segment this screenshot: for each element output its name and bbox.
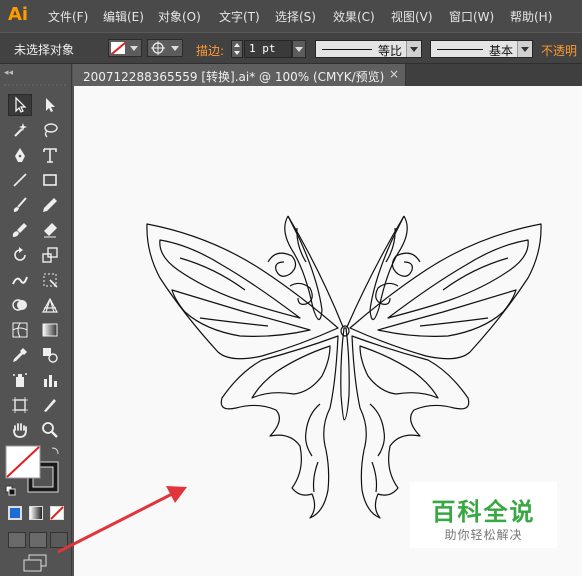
none-fill-icon <box>111 42 125 54</box>
paintbrush-tool-icon[interactable] <box>8 194 32 216</box>
draw-inside-icon[interactable] <box>50 532 68 548</box>
menu-select[interactable]: 选择(S) <box>275 8 316 25</box>
blend-tool-icon[interactable] <box>38 344 62 366</box>
watermark-title: 百科全说 <box>431 498 536 526</box>
mesh-tool-icon[interactable] <box>8 319 32 341</box>
brush-label: 基本 <box>489 44 514 58</box>
document-tab[interactable]: 200712288365559 [转换].ai* @ 100% (CMYK/预览… <box>73 64 406 86</box>
pen-tool-icon[interactable] <box>8 144 32 166</box>
chevron-down-icon <box>130 46 138 51</box>
magic-wand-tool-icon[interactable] <box>8 119 32 141</box>
crosshair-icon <box>151 41 165 55</box>
document-tab-title: 200712288365559 [转换].ai* @ 100% (CMYK/预览… <box>83 70 385 84</box>
variable-width-profile-dropdown[interactable]: 等比 <box>315 40 422 58</box>
app-logo: Ai <box>8 4 29 25</box>
gradient-mode-button[interactable] <box>29 506 43 520</box>
lasso-tool-icon[interactable] <box>38 119 62 141</box>
type-tool-icon[interactable] <box>38 144 62 166</box>
warp-tool-icon[interactable] <box>8 269 32 291</box>
scale-tool-icon[interactable] <box>38 244 62 266</box>
shape-builder-tool-icon[interactable] <box>8 294 32 316</box>
eyedropper-tool-icon[interactable] <box>8 344 32 366</box>
artboard-tool-icon[interactable] <box>8 394 32 416</box>
selection-status: 未选择对象 <box>14 43 75 57</box>
direct-selection-tool-icon[interactable] <box>38 94 62 116</box>
chevron-down-icon <box>295 47 303 52</box>
profile-label: 等比 <box>378 44 403 58</box>
none-mode-button[interactable] <box>50 506 64 520</box>
close-icon[interactable]: × <box>389 67 399 81</box>
menu-object[interactable]: 对象(O) <box>158 8 201 25</box>
column-graph-tool-icon[interactable] <box>38 369 62 391</box>
brush-preview <box>437 49 483 50</box>
stroke-weight-stepper[interactable] <box>231 40 243 58</box>
menu-type[interactable]: 文字(T) <box>219 8 260 25</box>
slice-tool-icon[interactable] <box>38 394 62 416</box>
chevron-down-icon <box>517 41 532 57</box>
screen-mode-icon[interactable] <box>22 554 48 572</box>
tools-panel: ◂◂ <box>0 64 72 576</box>
hand-tool-icon[interactable] <box>8 419 32 441</box>
draw-normal-icon[interactable] <box>8 532 26 548</box>
rotate-tool-icon[interactable] <box>8 244 32 266</box>
chevron-down-icon <box>171 46 179 51</box>
watermark-subtitle: 助你轻松解决 <box>444 528 523 542</box>
stepper-arrows-icon <box>234 43 240 55</box>
draw-behind-icon[interactable] <box>29 532 47 548</box>
chevron-down-icon <box>406 41 421 57</box>
line-tool-icon[interactable] <box>8 169 32 191</box>
pencil-tool-icon[interactable] <box>38 194 62 216</box>
menu-edit[interactable]: 编辑(E) <box>103 8 144 25</box>
control-bar: 未选择对象 描边: 1 pt 等比 基本 不透明 <box>0 32 582 64</box>
watermark-badge: 百科全说 助你轻松解决 <box>410 482 557 548</box>
symbol-sprayer-tool-icon[interactable] <box>8 369 32 391</box>
brush-definition-dropdown[interactable]: 基本 <box>430 40 533 58</box>
panel-collapse-icon[interactable]: ◂◂ <box>4 68 13 78</box>
menu-view[interactable]: 视图(V) <box>391 8 433 25</box>
stroke-profile-preview <box>322 49 372 50</box>
opacity-label[interactable]: 不透明 <box>541 42 577 59</box>
menu-window[interactable]: 窗口(W) <box>449 8 494 25</box>
fill-swatch-dropdown[interactable] <box>108 39 142 57</box>
perspective-grid-tool-icon[interactable] <box>38 294 62 316</box>
color-mode-button[interactable] <box>8 506 22 520</box>
gradient-tool-icon[interactable] <box>38 319 62 341</box>
menu-effect[interactable]: 效果(C) <box>333 8 375 25</box>
stroke-weight-input[interactable]: 1 pt <box>244 40 292 58</box>
menu-file[interactable]: 文件(F) <box>48 8 88 25</box>
stroke-swatch-dropdown[interactable] <box>147 39 183 57</box>
blob-brush-tool-icon[interactable] <box>8 219 32 241</box>
eraser-tool-icon[interactable] <box>38 219 62 241</box>
document-tab-bar: 200712288365559 [转换].ai* @ 100% (CMYK/预览… <box>73 64 582 86</box>
stroke-weight-dropdown[interactable] <box>292 40 306 58</box>
selection-tool-icon[interactable] <box>8 94 32 116</box>
zoom-tool-icon[interactable] <box>38 419 62 441</box>
free-transform-tool-icon[interactable] <box>38 269 62 291</box>
menu-help[interactable]: 帮助(H) <box>510 8 552 25</box>
menu-bar: Ai 文件(F) 编辑(E) 对象(O) 文字(T) 选择(S) 效果(C) 视… <box>0 0 582 32</box>
rectangle-tool-icon[interactable] <box>38 169 62 191</box>
fill-stroke-widget[interactable] <box>4 442 68 502</box>
stroke-label[interactable]: 描边: <box>196 42 224 59</box>
panel-grip[interactable] <box>4 82 68 88</box>
